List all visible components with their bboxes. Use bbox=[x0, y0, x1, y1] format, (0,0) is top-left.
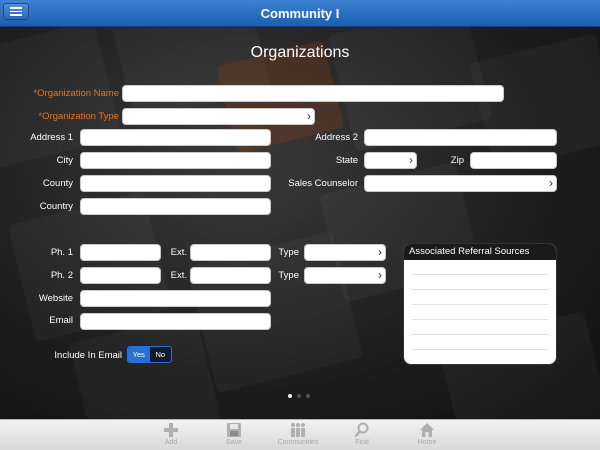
menu-button[interactable] bbox=[3, 3, 29, 20]
website-label: Website bbox=[38, 293, 73, 304]
email-label: Email bbox=[49, 315, 73, 326]
address1-field[interactable] bbox=[80, 129, 271, 146]
menu-icon bbox=[10, 7, 22, 9]
toggle-no[interactable]: No bbox=[149, 347, 171, 362]
zip-label: Zip bbox=[450, 155, 464, 166]
communities-label: Communities bbox=[277, 439, 319, 446]
county-label: County bbox=[42, 178, 73, 189]
app-title: Community I bbox=[260, 6, 340, 21]
toggle-yes[interactable]: Yes bbox=[128, 347, 150, 362]
magnifier-icon bbox=[354, 422, 369, 438]
bottom-toolbar: Add Save Communities Find Home bbox=[0, 419, 600, 450]
home-button[interactable]: Home bbox=[397, 422, 457, 446]
floppy-disk-icon bbox=[227, 423, 241, 437]
sales-counselor-label: Sales Counselor bbox=[288, 178, 358, 189]
list-divider bbox=[412, 289, 548, 290]
save-button[interactable]: Save bbox=[204, 422, 264, 446]
phone1-ext-label: Ext. bbox=[170, 247, 187, 258]
add-button[interactable]: Add bbox=[141, 422, 201, 446]
state-select[interactable] bbox=[364, 152, 417, 169]
house-icon bbox=[420, 423, 434, 437]
phone2-ext-label: Ext. bbox=[170, 270, 187, 281]
address2-field[interactable] bbox=[364, 129, 557, 146]
org-type-label: *Organization Type bbox=[38, 111, 119, 122]
sales-counselor-select[interactable] bbox=[364, 175, 557, 192]
county-field[interactable] bbox=[80, 175, 271, 192]
address2-label: Address 2 bbox=[315, 132, 358, 143]
find-label: Find bbox=[355, 439, 369, 446]
find-button[interactable]: Find bbox=[332, 422, 392, 446]
country-label: Country bbox=[39, 201, 73, 212]
list-divider bbox=[412, 319, 548, 320]
phone2-ext-field[interactable] bbox=[190, 267, 271, 284]
list-divider bbox=[412, 274, 548, 275]
plus-icon bbox=[164, 423, 178, 437]
add-label: Add bbox=[164, 439, 178, 446]
referral-sources-title: Associated Referral Sources bbox=[404, 244, 556, 260]
page-indicator[interactable] bbox=[288, 394, 310, 398]
org-name-label: *Organization Name bbox=[33, 88, 119, 99]
city-label: City bbox=[56, 155, 73, 166]
state-label: State bbox=[335, 155, 358, 166]
email-field[interactable] bbox=[80, 313, 271, 330]
home-label: Home bbox=[417, 439, 437, 446]
phone1-type-label: Type bbox=[278, 247, 299, 258]
phone1-ext-field[interactable] bbox=[190, 244, 271, 261]
main-panel: Organizations *Organization Name *Organi… bbox=[0, 27, 600, 419]
include-in-email-toggle[interactable]: Yes No bbox=[127, 346, 172, 363]
page-title: Organizations bbox=[250, 44, 350, 61]
country-field[interactable] bbox=[80, 198, 271, 215]
list-divider bbox=[412, 304, 548, 305]
phone1-field[interactable] bbox=[80, 244, 161, 261]
address1-label: Address 1 bbox=[30, 132, 73, 143]
list-divider bbox=[412, 334, 548, 335]
page-dot[interactable] bbox=[297, 394, 301, 398]
phone2-field[interactable] bbox=[80, 267, 161, 284]
city-field[interactable] bbox=[80, 152, 271, 169]
save-label: Save bbox=[226, 439, 242, 446]
communities-button[interactable]: Communities bbox=[268, 422, 328, 446]
org-type-select[interactable] bbox=[122, 108, 315, 125]
referral-sources-panel: Associated Referral Sources bbox=[403, 243, 557, 365]
phone2-label: Ph. 2 bbox=[50, 270, 73, 281]
phone1-label: Ph. 1 bbox=[50, 247, 73, 258]
zip-field[interactable] bbox=[470, 152, 557, 169]
list-divider bbox=[412, 349, 548, 350]
include-in-email-label: Include In Email bbox=[54, 350, 122, 361]
page-dot[interactable] bbox=[306, 394, 310, 398]
website-field[interactable] bbox=[80, 290, 271, 307]
org-name-field[interactable] bbox=[122, 85, 504, 102]
app-header: Community I bbox=[0, 0, 600, 27]
people-icon bbox=[291, 423, 305, 437]
phone2-type-label: Type bbox=[278, 270, 299, 281]
page-dot[interactable] bbox=[288, 394, 292, 398]
phone2-type-select[interactable] bbox=[304, 267, 386, 284]
phone1-type-select[interactable] bbox=[304, 244, 386, 261]
